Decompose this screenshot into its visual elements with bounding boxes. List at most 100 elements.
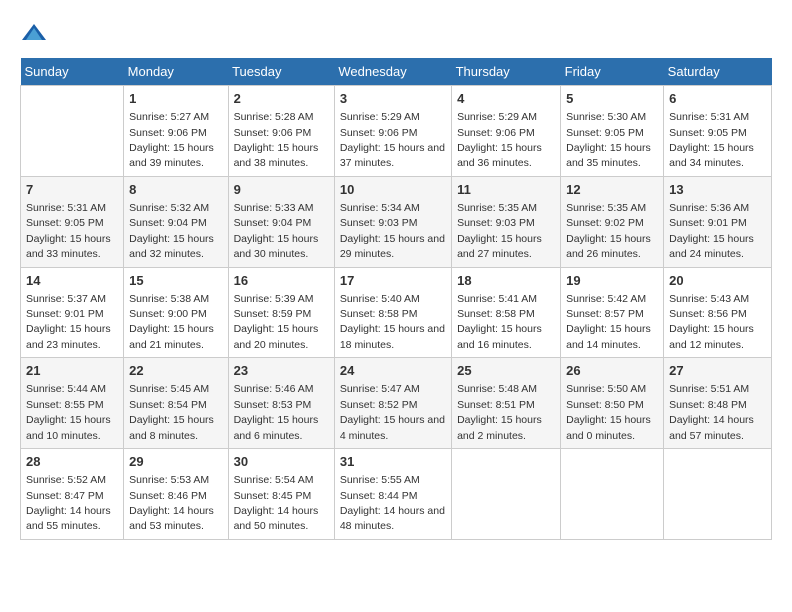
day-info: Sunrise: 5:48 AMSunset: 8:51 PMDaylight:… (457, 383, 542, 441)
day-number: 12 (566, 181, 658, 199)
day-info: Sunrise: 5:54 AMSunset: 8:45 PMDaylight:… (234, 474, 319, 532)
day-number: 25 (457, 362, 555, 380)
calendar-cell: 1 Sunrise: 5:27 AMSunset: 9:06 PMDayligh… (124, 86, 228, 177)
day-info: Sunrise: 5:52 AMSunset: 8:47 PMDaylight:… (26, 474, 111, 532)
calendar-cell: 9 Sunrise: 5:33 AMSunset: 9:04 PMDayligh… (228, 176, 334, 267)
calendar-table: SundayMondayTuesdayWednesdayThursdayFrid… (20, 58, 772, 540)
calendar-cell: 14 Sunrise: 5:37 AMSunset: 9:01 PMDaylig… (21, 267, 124, 358)
week-row-3: 14 Sunrise: 5:37 AMSunset: 9:01 PMDaylig… (21, 267, 772, 358)
calendar-cell: 23 Sunrise: 5:46 AMSunset: 8:53 PMDaylig… (228, 358, 334, 449)
calendar-cell: 28 Sunrise: 5:52 AMSunset: 8:47 PMDaylig… (21, 449, 124, 540)
page-header (20, 20, 772, 48)
day-number: 29 (129, 453, 222, 471)
day-number: 20 (669, 272, 766, 290)
week-row-4: 21 Sunrise: 5:44 AMSunset: 8:55 PMDaylig… (21, 358, 772, 449)
week-row-1: 1 Sunrise: 5:27 AMSunset: 9:06 PMDayligh… (21, 86, 772, 177)
day-info: Sunrise: 5:31 AMSunset: 9:05 PMDaylight:… (669, 111, 754, 169)
day-info: Sunrise: 5:31 AMSunset: 9:05 PMDaylight:… (26, 202, 111, 260)
day-number: 3 (340, 90, 446, 108)
calendar-cell: 2 Sunrise: 5:28 AMSunset: 9:06 PMDayligh… (228, 86, 334, 177)
day-number: 4 (457, 90, 555, 108)
day-info: Sunrise: 5:35 AMSunset: 9:02 PMDaylight:… (566, 202, 651, 260)
day-number: 14 (26, 272, 118, 290)
day-info: Sunrise: 5:45 AMSunset: 8:54 PMDaylight:… (129, 383, 214, 441)
day-number: 26 (566, 362, 658, 380)
calendar-cell: 13 Sunrise: 5:36 AMSunset: 9:01 PMDaylig… (664, 176, 772, 267)
day-number: 27 (669, 362, 766, 380)
calendar-cell: 4 Sunrise: 5:29 AMSunset: 9:06 PMDayligh… (452, 86, 561, 177)
day-info: Sunrise: 5:44 AMSunset: 8:55 PMDaylight:… (26, 383, 111, 441)
day-number: 13 (669, 181, 766, 199)
day-info: Sunrise: 5:42 AMSunset: 8:57 PMDaylight:… (566, 293, 651, 351)
day-info: Sunrise: 5:46 AMSunset: 8:53 PMDaylight:… (234, 383, 319, 441)
calendar-cell: 22 Sunrise: 5:45 AMSunset: 8:54 PMDaylig… (124, 358, 228, 449)
calendar-cell: 21 Sunrise: 5:44 AMSunset: 8:55 PMDaylig… (21, 358, 124, 449)
day-info: Sunrise: 5:30 AMSunset: 9:05 PMDaylight:… (566, 111, 651, 169)
calendar-cell: 16 Sunrise: 5:39 AMSunset: 8:59 PMDaylig… (228, 267, 334, 358)
day-number: 7 (26, 181, 118, 199)
calendar-cell: 5 Sunrise: 5:30 AMSunset: 9:05 PMDayligh… (561, 86, 664, 177)
day-number: 2 (234, 90, 329, 108)
calendar-cell: 17 Sunrise: 5:40 AMSunset: 8:58 PMDaylig… (334, 267, 451, 358)
day-info: Sunrise: 5:50 AMSunset: 8:50 PMDaylight:… (566, 383, 651, 441)
calendar-cell: 29 Sunrise: 5:53 AMSunset: 8:46 PMDaylig… (124, 449, 228, 540)
day-info: Sunrise: 5:40 AMSunset: 8:58 PMDaylight:… (340, 293, 445, 351)
day-number: 21 (26, 362, 118, 380)
calendar-cell: 26 Sunrise: 5:50 AMSunset: 8:50 PMDaylig… (561, 358, 664, 449)
day-info: Sunrise: 5:43 AMSunset: 8:56 PMDaylight:… (669, 293, 754, 351)
calendar-cell: 12 Sunrise: 5:35 AMSunset: 9:02 PMDaylig… (561, 176, 664, 267)
day-number: 5 (566, 90, 658, 108)
day-number: 22 (129, 362, 222, 380)
day-number: 6 (669, 90, 766, 108)
day-info: Sunrise: 5:38 AMSunset: 9:00 PMDaylight:… (129, 293, 214, 351)
calendar-cell: 6 Sunrise: 5:31 AMSunset: 9:05 PMDayligh… (664, 86, 772, 177)
day-info: Sunrise: 5:51 AMSunset: 8:48 PMDaylight:… (669, 383, 754, 441)
calendar-cell: 7 Sunrise: 5:31 AMSunset: 9:05 PMDayligh… (21, 176, 124, 267)
day-info: Sunrise: 5:32 AMSunset: 9:04 PMDaylight:… (129, 202, 214, 260)
week-row-5: 28 Sunrise: 5:52 AMSunset: 8:47 PMDaylig… (21, 449, 772, 540)
calendar-cell: 18 Sunrise: 5:41 AMSunset: 8:58 PMDaylig… (452, 267, 561, 358)
day-number: 17 (340, 272, 446, 290)
day-info: Sunrise: 5:47 AMSunset: 8:52 PMDaylight:… (340, 383, 445, 441)
day-number: 19 (566, 272, 658, 290)
day-info: Sunrise: 5:27 AMSunset: 9:06 PMDaylight:… (129, 111, 214, 169)
day-info: Sunrise: 5:29 AMSunset: 9:06 PMDaylight:… (457, 111, 542, 169)
calendar-cell: 20 Sunrise: 5:43 AMSunset: 8:56 PMDaylig… (664, 267, 772, 358)
calendar-cell: 19 Sunrise: 5:42 AMSunset: 8:57 PMDaylig… (561, 267, 664, 358)
col-header-wednesday: Wednesday (334, 58, 451, 86)
day-number: 8 (129, 181, 222, 199)
day-number: 9 (234, 181, 329, 199)
day-number: 18 (457, 272, 555, 290)
day-info: Sunrise: 5:35 AMSunset: 9:03 PMDaylight:… (457, 202, 542, 260)
calendar-cell (664, 449, 772, 540)
col-header-thursday: Thursday (452, 58, 561, 86)
day-number: 15 (129, 272, 222, 290)
day-number: 30 (234, 453, 329, 471)
calendar-cell: 10 Sunrise: 5:34 AMSunset: 9:03 PMDaylig… (334, 176, 451, 267)
week-row-2: 7 Sunrise: 5:31 AMSunset: 9:05 PMDayligh… (21, 176, 772, 267)
day-info: Sunrise: 5:28 AMSunset: 9:06 PMDaylight:… (234, 111, 319, 169)
calendar-cell: 24 Sunrise: 5:47 AMSunset: 8:52 PMDaylig… (334, 358, 451, 449)
col-header-tuesday: Tuesday (228, 58, 334, 86)
calendar-cell: 25 Sunrise: 5:48 AMSunset: 8:51 PMDaylig… (452, 358, 561, 449)
day-number: 31 (340, 453, 446, 471)
day-number: 23 (234, 362, 329, 380)
calendar-cell: 30 Sunrise: 5:54 AMSunset: 8:45 PMDaylig… (228, 449, 334, 540)
calendar-cell: 15 Sunrise: 5:38 AMSunset: 9:00 PMDaylig… (124, 267, 228, 358)
col-header-sunday: Sunday (21, 58, 124, 86)
logo (20, 20, 52, 48)
day-info: Sunrise: 5:33 AMSunset: 9:04 PMDaylight:… (234, 202, 319, 260)
day-number: 1 (129, 90, 222, 108)
day-info: Sunrise: 5:55 AMSunset: 8:44 PMDaylight:… (340, 474, 445, 532)
day-number: 24 (340, 362, 446, 380)
calendar-cell (561, 449, 664, 540)
day-info: Sunrise: 5:37 AMSunset: 9:01 PMDaylight:… (26, 293, 111, 351)
day-info: Sunrise: 5:41 AMSunset: 8:58 PMDaylight:… (457, 293, 542, 351)
day-info: Sunrise: 5:34 AMSunset: 9:03 PMDaylight:… (340, 202, 445, 260)
col-header-monday: Monday (124, 58, 228, 86)
day-info: Sunrise: 5:53 AMSunset: 8:46 PMDaylight:… (129, 474, 214, 532)
day-number: 11 (457, 181, 555, 199)
header-row: SundayMondayTuesdayWednesdayThursdayFrid… (21, 58, 772, 86)
calendar-cell (452, 449, 561, 540)
day-info: Sunrise: 5:29 AMSunset: 9:06 PMDaylight:… (340, 111, 445, 169)
